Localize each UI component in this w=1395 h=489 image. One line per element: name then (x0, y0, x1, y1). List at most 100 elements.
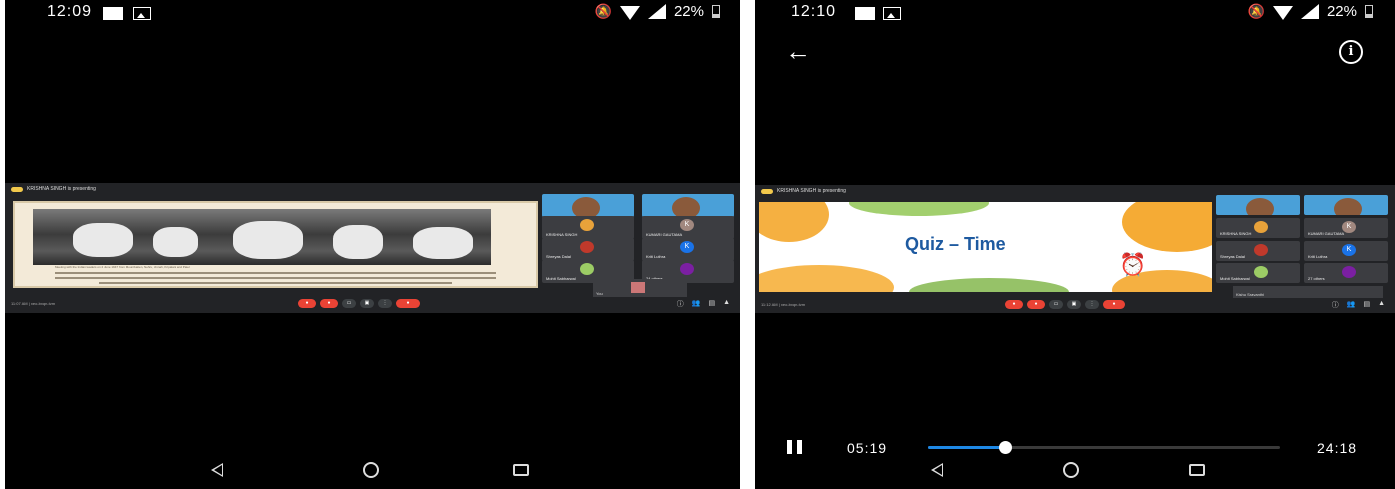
info-icon[interactable]: i (1339, 40, 1363, 64)
presenter-banner-text: KRISHNA SINGH is presenting (27, 186, 96, 192)
slide-title: Quiz – Time (905, 234, 1006, 254)
presenting-indicator (761, 188, 773, 194)
avatar (580, 263, 594, 275)
participant-tile[interactable]: KRISHNA SINGH (1216, 218, 1300, 238)
presenter-banner-text: KRISHNA SINGH is presenting (777, 188, 846, 194)
nav-home-button[interactable] (363, 462, 379, 478)
pause-icon[interactable] (787, 440, 803, 454)
avatar (580, 219, 594, 231)
battery-percent: 22% (1326, 3, 1357, 20)
slide-caption: Meeting with the Indian leaders on 2 Jun… (55, 266, 496, 286)
meet-window: KRISHNA SINGH is presenting Meeting with… (5, 183, 740, 313)
elapsed-time: 05:19 (847, 440, 888, 456)
participant-tile[interactable]: K KUMARI GAUTAMA (1304, 218, 1388, 238)
side-controls: ⓘ 👥 ▤ ▲ (677, 299, 730, 309)
people-icon[interactable]: 👥 (1347, 300, 1356, 310)
present-button[interactable]: ▣ (360, 299, 374, 308)
participant-tile[interactable]: Shreyas Dalal (542, 238, 634, 261)
chat-icon[interactable]: ▤ (1363, 300, 1370, 310)
captions-button[interactable]: ▭ (1049, 300, 1063, 309)
info-icon[interactable]: ⓘ (1332, 300, 1339, 310)
self-label: You (596, 291, 603, 296)
avatar (580, 241, 594, 253)
chat-icon[interactable]: ▤ (708, 299, 715, 309)
captions-button[interactable]: ▭ (342, 299, 356, 308)
seek-bar[interactable] (928, 441, 1280, 454)
total-time: 24:18 (1317, 440, 1358, 456)
status-bar: 12:09 🔕 22% (5, 0, 740, 28)
camera-off-button[interactable]: ● (1027, 300, 1045, 309)
participant-tile[interactable]: K KUMARI GAUTAMA (642, 216, 734, 239)
info-icon[interactable]: ⓘ (677, 299, 684, 309)
present-button[interactable]: ▣ (1067, 300, 1081, 309)
back-arrow-icon[interactable]: ← (785, 38, 811, 64)
avatar: K (680, 219, 694, 231)
more-options-button[interactable]: ⋮ (1085, 300, 1099, 309)
camera-off-button[interactable]: ● (320, 299, 338, 308)
nav-home-button[interactable] (1063, 462, 1079, 478)
avatar (1254, 244, 1268, 256)
end-call-button[interactable]: ● (1103, 300, 1125, 309)
meeting-controls: 11:12 AM | xeo-bxqn-tvm ● ● ▭ ▣ ⋮ ● ⓘ 👥 … (755, 298, 1395, 312)
others-tile[interactable]: 27 others (1304, 263, 1388, 283)
avatar (680, 263, 694, 275)
meet-window: KRISHNA SINGH is presenting Quiz – Time … (755, 185, 1395, 313)
end-call-button[interactable]: ● (396, 299, 420, 308)
participant-tile[interactable] (642, 194, 734, 217)
people-icon[interactable]: 👥 (692, 299, 701, 309)
participant-tile[interactable] (1216, 195, 1300, 215)
participant-tile[interactable]: K Kriti Luthra (642, 238, 734, 261)
meeting-info: 11:07 AM | xeo-bxqn-tvm (11, 301, 56, 306)
meeting-controls: 11:07 AM | xeo-bxqn-tvm ● ● ▭ ▣ ⋮ ● ⓘ 👥 … (5, 297, 740, 311)
avatar: K (680, 241, 694, 253)
battery-icon (712, 5, 720, 18)
participant-tile[interactable] (1304, 195, 1388, 215)
right-phone-screen: 12:10 🔕 22% ← i KRISHNA SINGH is present… (755, 0, 1395, 489)
status-icons: 🔕 22% (1248, 3, 1373, 20)
android-nav-bar (755, 457, 1395, 483)
activities-icon[interactable]: ▲ (723, 299, 730, 309)
seek-progress (928, 446, 1006, 449)
shared-slide[interactable]: Quiz – Time ⏰ (759, 202, 1212, 292)
nav-recents-button[interactable] (1189, 464, 1205, 476)
nav-back-button[interactable] (931, 463, 943, 477)
call-controls: ● ● ▭ ▣ ⋮ ● (298, 299, 420, 308)
meeting-info: 11:12 AM | xeo-bxqn-tvm (761, 302, 806, 307)
image-notification-icon (883, 7, 901, 20)
avatar (1254, 266, 1268, 278)
status-bar: 12:10 🔕 22% (755, 0, 1395, 28)
presenter-banner: KRISHNA SINGH is presenting (761, 188, 846, 194)
notification-icon (103, 7, 123, 20)
activities-icon[interactable]: ▲ (1378, 300, 1385, 310)
self-view-tile[interactable]: Kishu Sravanthi (1233, 286, 1383, 298)
participant-tile[interactable]: K Kriti Luthra (1304, 241, 1388, 261)
nav-recents-button[interactable] (513, 464, 529, 476)
status-time: 12:09 (47, 3, 93, 20)
notification-icon (855, 7, 875, 20)
participant-tile[interactable] (542, 194, 634, 217)
nav-back-button[interactable] (211, 463, 223, 477)
mute-icon: 🔕 (1247, 3, 1265, 19)
status-time: 12:10 (791, 3, 837, 20)
self-video (631, 282, 645, 293)
participant-tile[interactable]: Shreyas Dalal (1216, 241, 1300, 261)
signal-icon (1300, 4, 1319, 19)
android-nav-bar (5, 457, 740, 483)
presenting-indicator (11, 186, 23, 192)
mic-off-button[interactable]: ● (1005, 300, 1023, 309)
shared-slide[interactable]: Meeting with the Indian leaders on 2 Jun… (13, 201, 538, 288)
wifi-icon (1272, 5, 1293, 20)
self-view-tile[interactable]: You (593, 279, 687, 297)
participant-tile[interactable]: Mohit Sabharwal (1216, 263, 1300, 283)
avatar (1342, 266, 1356, 278)
seek-thumb[interactable] (999, 441, 1013, 454)
avatar (1254, 221, 1268, 233)
presenter-banner: KRISHNA SINGH is presenting (11, 186, 96, 192)
image-notification-icon (133, 7, 151, 20)
more-options-button[interactable]: ⋮ (378, 299, 392, 308)
participant-tile[interactable]: KRISHNA SINGH (542, 216, 634, 239)
left-phone-screen: 12:09 🔕 22% KRISHNA SINGH is presenting (5, 0, 740, 489)
mic-off-button[interactable]: ● (298, 299, 316, 308)
call-controls: ● ● ▭ ▣ ⋮ ● (1005, 300, 1125, 309)
historical-photo (33, 209, 491, 265)
